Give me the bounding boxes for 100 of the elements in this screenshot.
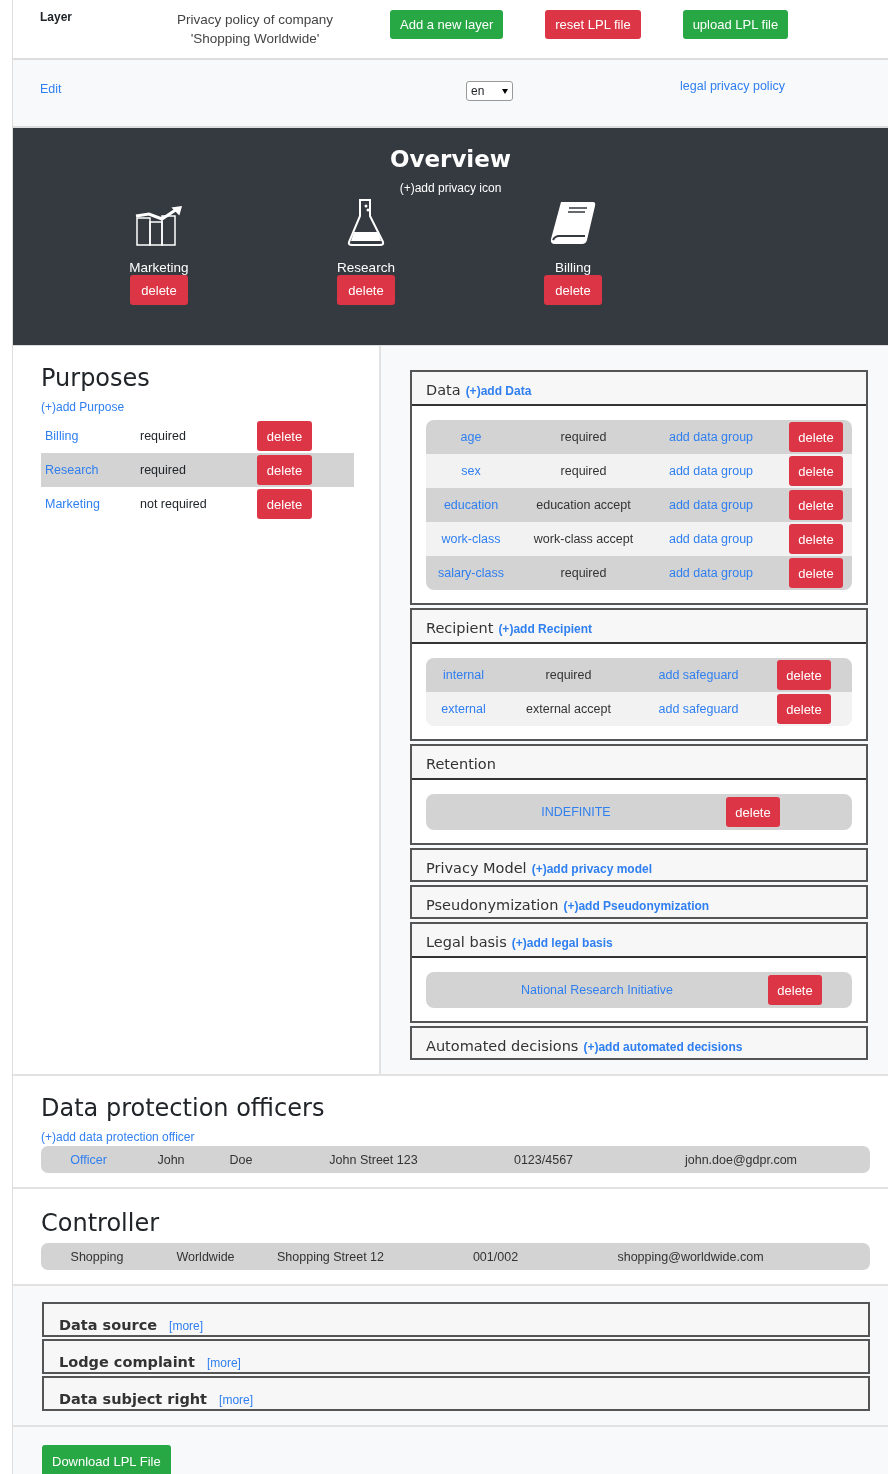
delete-button[interactable]: delete [337, 275, 395, 305]
policy-title: 'Shopping Worldwide' [190, 30, 320, 48]
legal-policy-link[interactable]: legal privacy policy [680, 79, 785, 126]
add-link[interactable]: (+)add Pseudonymization [563, 899, 710, 913]
item-link[interactable]: work-class [426, 532, 516, 546]
header-button[interactable]: Add a new layer [390, 10, 504, 39]
table-cell-text: external accept [525, 702, 612, 716]
purpose-status: not required [140, 497, 208, 511]
icon-label: Marketing [129, 260, 189, 275]
delete-button[interactable]: delete [789, 524, 843, 554]
language-select[interactable]: en [466, 81, 513, 101]
table-cell-text: 001/002 [471, 1249, 520, 1264]
delete-button[interactable]: delete [130, 275, 188, 305]
delete-button[interactable]: delete [257, 489, 312, 519]
table-cell-text: Shopping [69, 1249, 125, 1264]
purpose-link[interactable]: Research [41, 463, 140, 477]
add-link[interactable]: (+)add legal basis [511, 936, 613, 950]
action-link[interactable]: add data group [651, 532, 771, 546]
item-link[interactable]: INDEFINITE [426, 805, 726, 819]
add-purpose-link[interactable]: (+)add Purpose [41, 400, 379, 414]
item-link[interactable]: sex [426, 464, 516, 478]
delete-button[interactable]: delete [726, 797, 780, 827]
more-link[interactable]: [more] [206, 1356, 241, 1370]
overview-title: Overview [389, 146, 512, 172]
icon-label: Research [337, 260, 395, 275]
icon-label: Billing [555, 260, 591, 275]
controller-title: Controller [41, 1209, 161, 1237]
header-button[interactable]: upload LPL file [682, 10, 789, 39]
table-cell-text: required [559, 430, 608, 444]
card-title: Pseudonymization [426, 897, 559, 913]
table-cell-text: Doe [228, 1152, 254, 1167]
card-title: Recipient [426, 620, 494, 636]
card-title: Data [426, 382, 461, 398]
officer-link[interactable]: Officer [41, 1152, 136, 1167]
officers-title: Data protection officers [41, 1094, 326, 1122]
table-cell-text: required [544, 668, 593, 682]
table-cell-text: john.doe@gdpr.com [683, 1152, 799, 1167]
flask-icon [346, 198, 386, 246]
purpose-status: required [140, 463, 187, 477]
add-icon-link[interactable]: (+)add privacy icon [399, 181, 502, 195]
purpose-row[interactable]: Research required delete [41, 453, 354, 487]
card-title: Retention [426, 756, 496, 772]
delete-button[interactable]: delete [789, 422, 843, 452]
delete-button[interactable]: delete [257, 455, 312, 485]
delete-button[interactable]: delete [777, 660, 831, 690]
download-button[interactable]: Download LPL File [42, 1445, 171, 1474]
card-title: Legal basis [426, 934, 507, 950]
layer-title: Layer [40, 10, 74, 24]
delete-button[interactable]: delete [257, 421, 312, 451]
add-link[interactable]: (+)add Data [465, 384, 532, 398]
table-cell-text: 0123/4567 [512, 1152, 575, 1167]
action-link[interactable]: add safeguard [636, 668, 761, 682]
more-link[interactable]: [more] [219, 1393, 254, 1407]
header-button[interactable]: reset LPL file [545, 10, 641, 39]
table-cell-text: shopping@worldwide.com [616, 1249, 765, 1264]
purpose-link[interactable]: Marketing [41, 497, 140, 511]
more-link[interactable]: [more] [169, 1319, 204, 1333]
caret-icon [502, 88, 508, 94]
card-title: Automated decisions [426, 1038, 579, 1054]
table-cell-text: John [156, 1152, 186, 1167]
item-link[interactable]: salary-class [426, 566, 516, 580]
purpose-link[interactable]: Billing [41, 429, 140, 443]
add-link[interactable]: (+)add privacy model [531, 862, 653, 876]
item-link[interactable]: internal [426, 668, 501, 682]
purpose-row[interactable]: Billing required delete [41, 419, 354, 453]
item-link[interactable]: National Research Initiative [426, 983, 768, 997]
book-icon [549, 200, 597, 246]
table-cell-text: required [559, 566, 608, 580]
table-cell-text: Shopping Street 12 [276, 1249, 385, 1264]
section-title: Data subject right [59, 1391, 208, 1407]
edit-link[interactable]: Edit [40, 82, 466, 96]
item-link[interactable]: education [426, 498, 516, 512]
card-title: Privacy Model [426, 860, 527, 876]
table-cell-text: John Street 123 [328, 1152, 419, 1167]
delete-button[interactable]: delete [544, 275, 602, 305]
section-title: Lodge complaint [59, 1354, 195, 1370]
add-link[interactable]: (+)add Recipient [498, 622, 593, 636]
delete-button[interactable]: delete [789, 558, 843, 588]
purpose-status: required [140, 429, 187, 443]
section-title: Data source [59, 1317, 158, 1333]
item-link[interactable]: age [426, 430, 516, 444]
action-link[interactable]: add data group [651, 498, 771, 512]
delete-button[interactable]: delete [789, 456, 843, 486]
table-cell-text: required [559, 464, 608, 478]
delete-button[interactable]: delete [768, 975, 822, 1005]
action-link[interactable]: add data group [651, 430, 771, 444]
table-cell-text: work-class accept [532, 532, 635, 546]
delete-button[interactable]: delete [789, 490, 843, 520]
action-link[interactable]: add data group [651, 566, 771, 580]
table-cell-text: education accept [535, 498, 632, 512]
policy-title: Privacy policy of company [176, 11, 334, 29]
add-link[interactable]: (+)add automated decisions [583, 1040, 743, 1054]
purpose-row[interactable]: Marketing not required delete [41, 487, 354, 521]
delete-button[interactable]: delete [777, 694, 831, 724]
action-link[interactable]: add safeguard [636, 702, 761, 716]
action-link[interactable]: add data group [651, 464, 771, 478]
bar-chart-icon [135, 206, 183, 246]
add-officer-link[interactable]: (+)add data protection officer [41, 1130, 870, 1144]
table-cell-text: Worldwide [175, 1249, 236, 1264]
item-link[interactable]: external [426, 702, 501, 716]
